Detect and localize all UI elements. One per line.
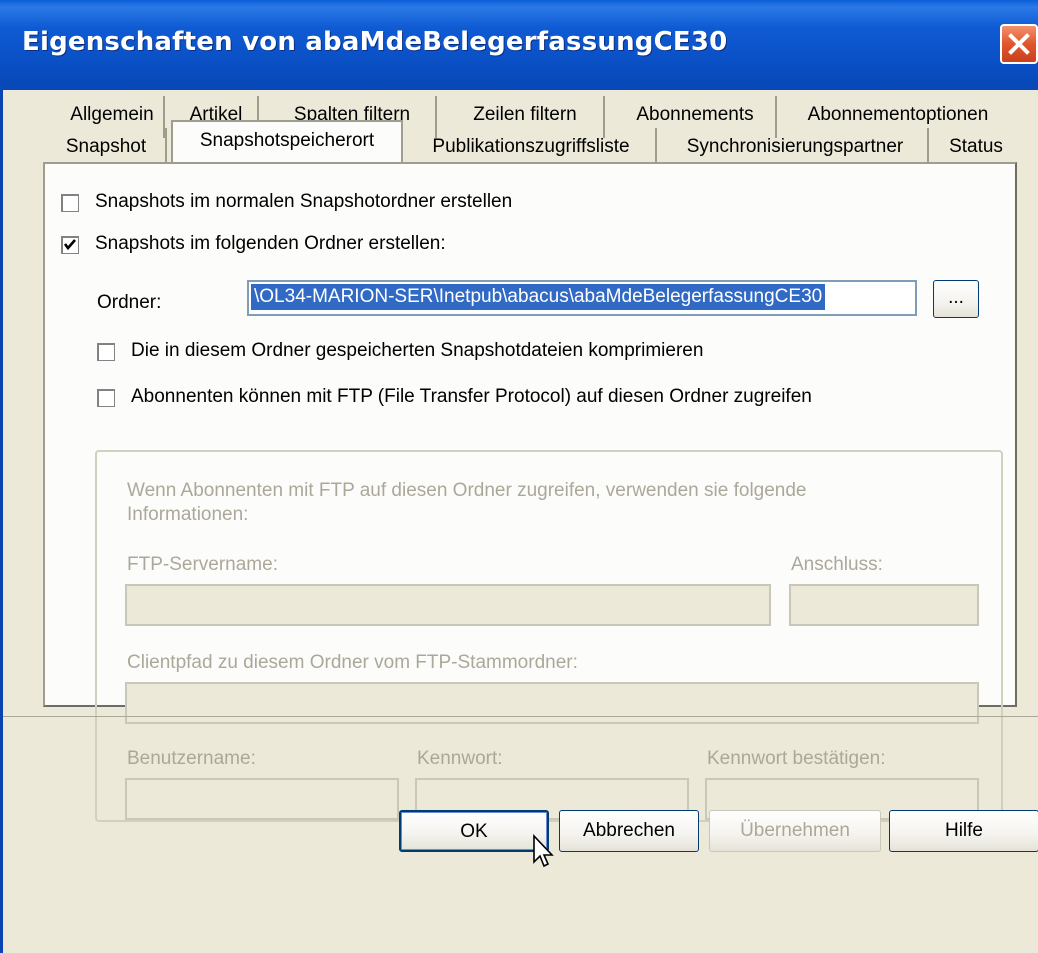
- separator: [3, 716, 1038, 717]
- following-folder-checkbox[interactable]: [61, 236, 79, 254]
- username-input: [125, 778, 399, 820]
- password-label: Kennwort:: [417, 748, 503, 769]
- ftp-label[interactable]: Abonnenten können mit FTP (File Transfer…: [131, 386, 812, 408]
- close-icon: [1008, 33, 1030, 55]
- ftp-info-text-line1: Wenn Abonnenten mit FTP auf diesen Ordne…: [127, 480, 807, 501]
- folder-label: Ordner:: [97, 292, 162, 313]
- confirm-password-label: Kennwort bestätigen:: [707, 748, 886, 769]
- window-title: Eigenschaften von abaMdeBelegerfassungCE…: [22, 27, 728, 57]
- port-label: Anschluss:: [791, 554, 883, 575]
- ftp-info-text-line2: Informationen:: [127, 504, 249, 525]
- help-button[interactable]: Hilfe: [889, 810, 1038, 852]
- folder-input-value: \OL34-MARION-SER\Inetpub\abacus\abaMdeBe…: [251, 284, 826, 310]
- client-path-label: Clientpfad zu diesem Ordner vom FTP-Stam…: [127, 652, 578, 673]
- port-input: [789, 584, 979, 626]
- username-label: Benutzername:: [127, 748, 256, 769]
- client-path-input: [125, 682, 979, 724]
- mouse-cursor-icon: [533, 834, 554, 868]
- following-folder-label[interactable]: Snapshots im folgenden Ordner erstellen:: [95, 233, 446, 255]
- compress-label[interactable]: Die in diesem Ordner gespeicherten Snaps…: [131, 340, 703, 362]
- cancel-button[interactable]: Abbrechen: [559, 810, 699, 852]
- normal-folder-label[interactable]: Snapshots im normalen Snapshotordner ers…: [95, 191, 512, 213]
- compress-checkbox[interactable]: [97, 343, 115, 361]
- title-bar[interactable]: Eigenschaften von abaMdeBelegerfassungCE…: [0, 0, 1038, 90]
- tab-snapshotspeicherort[interactable]: Snapshotspeicherort: [171, 120, 403, 164]
- folder-input[interactable]: \OL34-MARION-SER\Inetpub\abacus\abaMdeBe…: [247, 280, 917, 316]
- ok-button[interactable]: OK: [399, 810, 549, 852]
- checkmark-icon: [63, 239, 76, 251]
- close-button[interactable]: [1000, 24, 1038, 64]
- dialog-body: Allgemein Artikel Spalten filtern Zeilen…: [0, 90, 1038, 953]
- ftp-checkbox[interactable]: [97, 389, 115, 407]
- normal-folder-checkbox[interactable]: [61, 194, 79, 212]
- ftp-server-label: FTP-Servername:: [127, 554, 278, 575]
- apply-button: Übernehmen: [709, 810, 881, 852]
- browse-folder-button[interactable]: ...: [933, 280, 979, 318]
- ftp-server-input: [125, 584, 771, 626]
